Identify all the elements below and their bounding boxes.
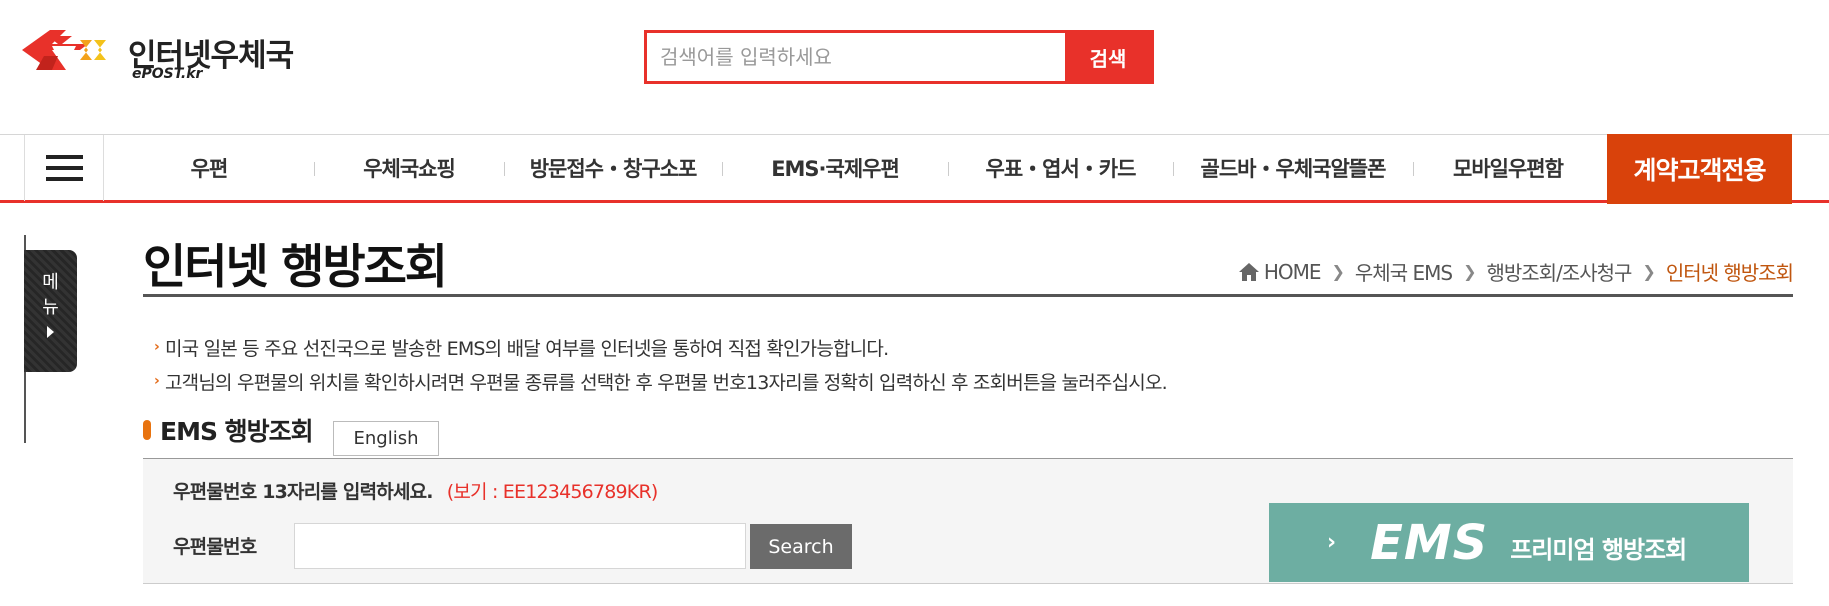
title-divider — [143, 294, 1793, 297]
breadcrumb: HOME ❯ 우체국 EMS ❯ 행방조회/조사청구 ❯ 인터넷 행방조회 — [1238, 257, 1794, 286]
side-menu-label-1: 메 — [42, 272, 59, 293]
gnb-item-post[interactable]: 우편 — [104, 135, 314, 201]
tracking-number-label: 우편물번호 — [173, 536, 257, 558]
info-text: 고객님의 우편물의 위치를 확인하시려면 우편물 종류를 선택한 후 우편물 번… — [164, 371, 1168, 394]
site-search-button[interactable]: 검색 — [1065, 33, 1151, 81]
hamburger-menu-icon[interactable] — [24, 135, 104, 201]
gnb-item-ems[interactable]: EMS·국제우편 — [722, 135, 948, 201]
breadcrumb-current: 인터넷 행방조회 — [1665, 261, 1794, 285]
gnb-item-shopping[interactable]: 우체국쇼핑 — [314, 135, 504, 201]
english-button[interactable]: English — [333, 421, 439, 456]
breadcrumb-ems[interactable]: 우체국 EMS — [1355, 257, 1453, 286]
home-icon — [1238, 262, 1259, 281]
gnb-item-stamps[interactable]: 우표・엽서・카드 — [948, 135, 1173, 201]
section-marker-icon — [143, 420, 151, 440]
contract-customer-button[interactable]: 계약고객전용 — [1607, 134, 1792, 204]
breadcrumb-home[interactable]: HOME — [1264, 260, 1322, 284]
tracking-form: 우편물번호 13자리를 입력하세요. (보기 : EE123456789KR) 우… — [143, 459, 1793, 584]
tracking-number-input[interactable] — [294, 523, 746, 569]
premium-brand: EMS — [1370, 514, 1489, 571]
site-search-input[interactable] — [647, 33, 1065, 81]
info-text: 미국 일본 등 주요 선진국으로 발송한 EMS의 배달 여부를 인터넷을 통하… — [164, 337, 889, 360]
premium-label: 프리미엄 행방조회 — [1510, 536, 1687, 564]
info-list: › 미국 일본 등 주요 선진국으로 발송한 EMS의 배달 여부를 인터넷을 통… — [154, 330, 1168, 398]
breadcrumb-tracking[interactable]: 행방조회/조사청구 — [1486, 257, 1632, 286]
chevron-right-icon: ❯ — [1463, 262, 1476, 281]
list-item: › 고객님의 우편물의 위치를 확인하시려면 우편물 종류를 선택한 후 우편물 … — [154, 364, 1168, 398]
bullet-icon: › — [154, 339, 160, 355]
section-title: EMS 행방조회 — [160, 417, 314, 446]
side-menu-label-2: 뉴 — [42, 297, 59, 318]
hint-text: 우편물번호 13자리를 입력하세요. — [173, 481, 434, 503]
tracking-hint: 우편물번호 13자리를 입력하세요. (보기 : EE123456789KR) — [173, 477, 659, 504]
gnb-item-goldbar[interactable]: 골드바・우체국알뜰폰 — [1173, 135, 1413, 201]
chevron-right-icon: ❯ — [1331, 262, 1345, 281]
hint-example: (보기 : EE123456789KR) — [446, 481, 659, 503]
epost-logo-icon — [22, 30, 106, 70]
gnb-items: 우편 우체국쇼핑 방문접수・창구소포 EMS·국제우편 우표・엽서・카드 골드바… — [104, 135, 1603, 201]
chevron-right-icon: ❯ — [1642, 262, 1655, 281]
gnb-item-mobile-mailbox[interactable]: 모바일우편함 — [1413, 135, 1603, 201]
list-item: › 미국 일본 등 주요 선진국으로 발송한 EMS의 배달 여부를 인터넷을 통… — [154, 330, 1167, 364]
side-menu-tab[interactable]: 메 뉴 — [24, 250, 77, 372]
page-title: 인터넷 행방조회 — [143, 240, 448, 295]
site-search: 검색 — [644, 30, 1154, 84]
arrow-right-icon — [47, 326, 54, 338]
bullet-icon: › — [154, 373, 160, 389]
ems-premium-tracking-button[interactable]: › EMS 프리미엄 행방조회 — [1269, 503, 1749, 582]
logo-subtitle: ePOST.kr — [132, 66, 203, 82]
site-header: 인터넷우체국 ePOST.kr 검색 — [0, 0, 1829, 135]
chevron-right-icon: › — [1327, 530, 1337, 555]
site-logo[interactable]: 인터넷우체국 ePOST.kr — [22, 26, 312, 86]
section-header: EMS 행방조회 — [143, 412, 314, 448]
tracking-search-button[interactable]: Search — [750, 524, 852, 569]
gnb-item-pickup[interactable]: 방문접수・창구소포 — [504, 135, 722, 201]
global-nav: 우편 우체국쇼핑 방문접수・창구소포 EMS·국제우편 우표・엽서・카드 골드바… — [0, 134, 1829, 204]
